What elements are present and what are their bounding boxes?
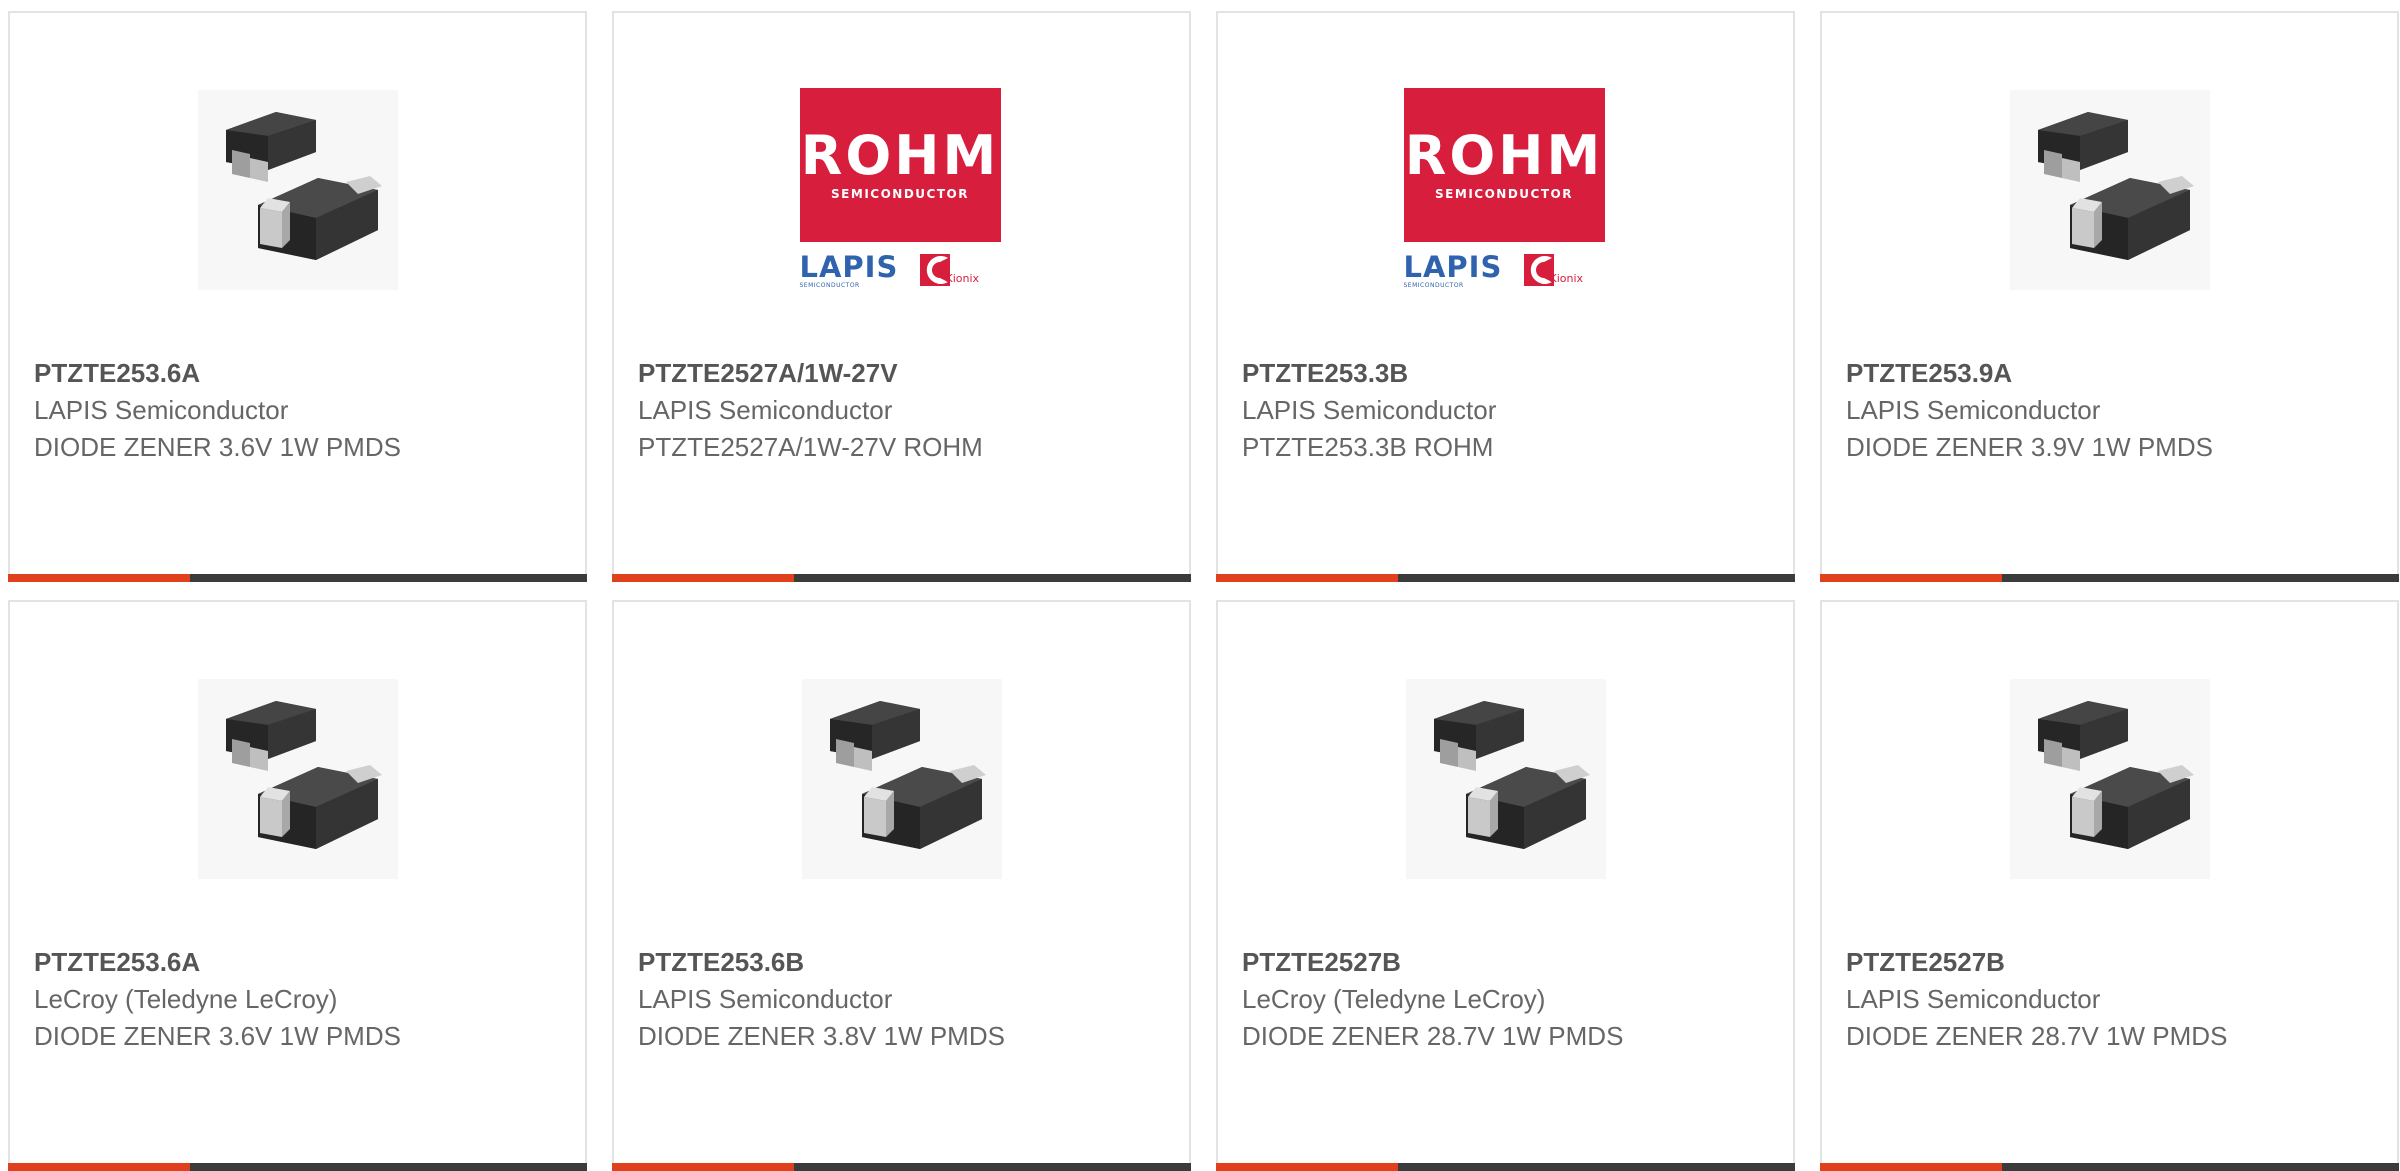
product-card[interactable]: PTZTE253.6A LAPIS Semiconductor DIODE ZE…	[8, 11, 587, 582]
part-number[interactable]: PTZTE253.6A	[34, 355, 565, 392]
diode-package-icon	[2009, 679, 2210, 879]
product-card[interactable]: PTZTE2527B LAPIS Semiconductor DIODE ZEN…	[1820, 600, 2399, 1171]
rohm-logo-block: ROHM SEMICONDUCTOR	[1403, 87, 1605, 242]
diode-package-icon	[1405, 679, 1606, 879]
kionix-logo: Kionix	[1522, 250, 1604, 290]
product-description: DIODE ZENER 3.6V 1W PMDS	[34, 1021, 401, 1051]
diode-package-icon	[801, 679, 1002, 879]
rohm-logo: ROHM SEMICONDUCTOR LAPIS SEMICONDUCTOR K…	[799, 87, 1004, 294]
card-accent-bar	[8, 1163, 190, 1171]
card-footer-bar	[1216, 574, 1795, 582]
diode-package-icon	[197, 90, 398, 290]
product-description: DIODE ZENER 3.8V 1W PMDS	[638, 1021, 1005, 1051]
card-accent-bar	[1820, 1163, 2002, 1171]
product-card[interactable]: PTZTE253.6B LAPIS Semiconductor DIODE ZE…	[612, 600, 1191, 1171]
part-number[interactable]: PTZTE253.3B	[1242, 355, 1773, 392]
lapis-logo-word: LAPIS	[799, 249, 899, 284]
product-grid: PTZTE253.6A LAPIS Semiconductor DIODE ZE…	[0, 0, 2400, 1171]
product-description: PTZTE253.3B ROHM	[1242, 432, 1494, 462]
product-description: DIODE ZENER 3.6V 1W PMDS	[34, 432, 401, 462]
part-number[interactable]: PTZTE253.9A	[1846, 355, 2377, 392]
manufacturer-name: LAPIS Semiconductor	[1846, 984, 2101, 1014]
partner-logos: LAPIS SEMICONDUCTOR Kionix	[800, 248, 1004, 294]
part-number[interactable]: PTZTE2527B	[1242, 944, 1773, 981]
product-image-diode	[1218, 674, 1793, 884]
manufacturer-name: LAPIS Semiconductor	[34, 395, 289, 425]
manufacturer-name: LAPIS Semiconductor	[1846, 395, 2101, 425]
diode-package-icon	[2009, 90, 2210, 290]
rohm-logo-block: ROHM SEMICONDUCTOR	[799, 87, 1001, 242]
card-footer-bar	[1820, 1163, 2399, 1171]
product-card[interactable]: ROHM SEMICONDUCTOR LAPIS SEMICONDUCTOR K…	[1216, 11, 1795, 582]
kionix-logo-word: Kionix	[945, 271, 980, 285]
product-description: DIODE ZENER 28.7V 1W PMDS	[1846, 1021, 2228, 1051]
lapis-logo-word: LAPIS	[1403, 249, 1503, 284]
product-description: PTZTE2527A/1W-27V ROHM	[638, 432, 983, 462]
card-footer-bar	[1216, 1163, 1795, 1171]
part-number[interactable]: PTZTE2527A/1W-27V	[638, 355, 1169, 392]
card-accent-bar	[8, 574, 190, 582]
part-number[interactable]: PTZTE2527B	[1846, 944, 2377, 981]
card-footer-bar	[8, 1163, 587, 1171]
card-footer-bar	[612, 574, 1191, 582]
product-image-diode	[10, 85, 585, 295]
card-footer-bar	[8, 574, 587, 582]
product-image-rohm-logo: ROHM SEMICONDUCTOR LAPIS SEMICONDUCTOR K…	[1218, 85, 1793, 295]
product-card[interactable]: ROHM SEMICONDUCTOR LAPIS SEMICONDUCTOR K…	[612, 11, 1191, 582]
rohm-logo-word: ROHM	[1404, 123, 1604, 187]
rohm-logo-subtitle: SEMICONDUCTOR	[831, 186, 969, 201]
product-card[interactable]: PTZTE253.9A LAPIS Semiconductor DIODE ZE…	[1820, 11, 2399, 582]
manufacturer-name: LeCroy (Teledyne LeCroy)	[34, 984, 338, 1014]
card-footer-bar	[1820, 574, 2399, 582]
kionix-logo-word: Kionix	[1549, 271, 1584, 285]
card-accent-bar	[1216, 574, 1398, 582]
manufacturer-name: LAPIS Semiconductor	[638, 395, 893, 425]
card-accent-bar	[1216, 1163, 1398, 1171]
lapis-logo-subtitle: SEMICONDUCTOR	[1403, 281, 1464, 289]
product-description: DIODE ZENER 3.9V 1W PMDS	[1846, 432, 2213, 462]
card-accent-bar	[1820, 574, 2002, 582]
product-card[interactable]: PTZTE253.6A LeCroy (Teledyne LeCroy) DIO…	[8, 600, 587, 1171]
product-image-diode	[1822, 85, 2397, 295]
manufacturer-name: LAPIS Semiconductor	[638, 984, 893, 1014]
diode-package-icon	[197, 679, 398, 879]
product-description: DIODE ZENER 28.7V 1W PMDS	[1242, 1021, 1624, 1051]
card-accent-bar	[612, 574, 794, 582]
partner-logos: LAPIS SEMICONDUCTOR Kionix	[1404, 248, 1608, 294]
manufacturer-name: LAPIS Semiconductor	[1242, 395, 1497, 425]
product-image-diode	[614, 674, 1189, 884]
card-footer-bar	[612, 1163, 1191, 1171]
product-image-diode	[10, 674, 585, 884]
manufacturer-name: LeCroy (Teledyne LeCroy)	[1242, 984, 1546, 1014]
product-image-rohm-logo: ROHM SEMICONDUCTOR LAPIS SEMICONDUCTOR K…	[614, 85, 1189, 295]
lapis-logo-subtitle: SEMICONDUCTOR	[799, 281, 860, 289]
product-card[interactable]: PTZTE2527B LeCroy (Teledyne LeCroy) DIOD…	[1216, 600, 1795, 1171]
card-accent-bar	[612, 1163, 794, 1171]
product-image-diode	[1822, 674, 2397, 884]
part-number[interactable]: PTZTE253.6B	[638, 944, 1169, 981]
rohm-logo: ROHM SEMICONDUCTOR LAPIS SEMICONDUCTOR K…	[1403, 87, 1608, 294]
rohm-logo-word: ROHM	[800, 123, 1000, 187]
part-number[interactable]: PTZTE253.6A	[34, 944, 565, 981]
kionix-logo: Kionix	[918, 250, 1000, 290]
rohm-logo-subtitle: SEMICONDUCTOR	[1435, 186, 1573, 201]
